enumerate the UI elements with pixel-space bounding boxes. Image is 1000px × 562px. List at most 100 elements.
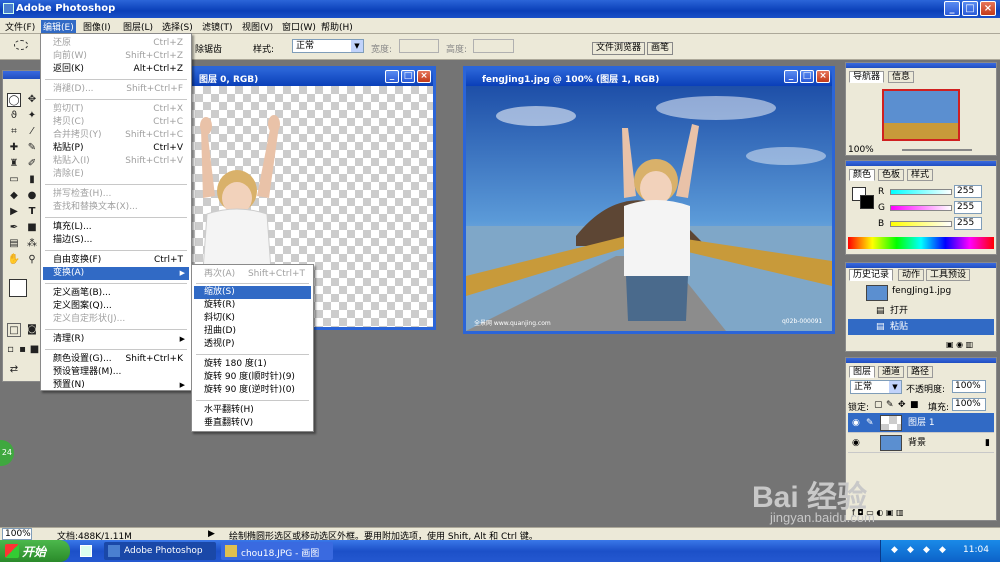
menu-item-find-replace[interactable]: 查找和替换文本(X)... — [43, 201, 189, 214]
history-step-open[interactable]: ▤ 打开 — [848, 303, 994, 319]
menu-item-cut[interactable]: 剪切(T) Ctrl+X — [43, 103, 189, 116]
hand-tool-icon[interactable]: ✋ — [7, 253, 21, 267]
lock-transparency-icon[interactable]: ▢ — [874, 400, 883, 410]
marquee-tool-icon[interactable]: ◯ — [7, 93, 21, 107]
status-arrow-icon[interactable]: ▶ — [208, 529, 215, 539]
color-ramp[interactable] — [848, 237, 994, 249]
menu-item-copy[interactable]: 拷贝(C) Ctrl+C — [43, 116, 189, 129]
menu-item-paste-into[interactable]: 粘贴入(I) Shift+Ctrl+V — [43, 155, 189, 168]
menu-file[interactable]: 文件(F) — [3, 20, 37, 33]
landscape-photo[interactable]: 全景网 www.quanjing.com q02b-000091 — [466, 86, 832, 331]
menu-item-skew[interactable]: 斜切(K) — [194, 312, 311, 325]
eye-icon[interactable]: ◉ — [852, 413, 860, 433]
blue-slider[interactable] — [890, 221, 952, 227]
new-layer-icon[interactable]: ▣ — [886, 508, 894, 517]
menu-item-define-pattern[interactable]: 定义图案(Q)... — [43, 300, 189, 313]
taskbar-item-photoshop[interactable]: Adobe Photoshop — [104, 542, 216, 560]
menu-item-perspective[interactable]: 透视(P) — [194, 338, 311, 351]
tab-actions[interactable]: 动作 — [898, 269, 925, 281]
close-button[interactable]: × — [980, 1, 996, 16]
tab-file-browser[interactable]: 文件浏览器 — [592, 42, 646, 55]
opacity-field[interactable]: 100% — [952, 380, 986, 393]
ellipse-marquee-icon[interactable] — [14, 40, 28, 50]
snapshot-icon[interactable]: ◉ — [956, 340, 963, 349]
menu-item-step-forward[interactable]: 向前(W) Shift+Ctrl+Z — [43, 50, 189, 63]
gradient-tool-icon[interactable]: ▮ — [25, 173, 39, 187]
start-button[interactable]: 开始 — [0, 540, 70, 562]
menu-item-scale[interactable]: 缩放(S) — [194, 286, 311, 299]
menu-item-copy-merged[interactable]: 合并拷贝(Y) Shift+Ctrl+C — [43, 129, 189, 142]
notification-badge[interactable]: 24 — [0, 440, 14, 466]
menu-layer[interactable]: 图层(L) — [121, 20, 155, 33]
minimize-button[interactable]: _ — [944, 1, 960, 16]
green-value[interactable]: 255 — [954, 201, 982, 214]
jump-to-imageready-icon[interactable]: ⇄ — [7, 363, 21, 377]
healing-brush-icon[interactable]: ✚ — [7, 141, 21, 155]
menu-item-step-backward[interactable]: 返回(K) Alt+Ctrl+Z — [43, 63, 189, 76]
clock[interactable]: 11:04 — [963, 545, 989, 555]
doc-close-button[interactable]: × — [816, 70, 830, 83]
tab-brushes[interactable]: 画笔 — [647, 42, 674, 55]
menu-item-rotate-90-cw[interactable]: 旋转 90 度(顺时针)(9) — [194, 371, 311, 384]
menu-item-free-transform[interactable]: 自由变换(F) Ctrl+T — [43, 254, 189, 267]
menu-item-purge[interactable]: 清理(R) ▶ — [43, 333, 189, 346]
eye-icon[interactable]: ◉ — [852, 433, 860, 453]
fill-field[interactable]: 100% — [952, 398, 986, 411]
layer-row-background[interactable]: ◉ 背景 ▮ — [848, 433, 994, 453]
clone-stamp-icon[interactable]: ♜ — [7, 157, 21, 171]
red-slider[interactable] — [890, 189, 952, 195]
width-field[interactable] — [399, 39, 439, 53]
height-field[interactable] — [473, 39, 514, 53]
menu-item-rotate-180[interactable]: 旋转 180 度(1) — [194, 358, 311, 371]
dodge-tool-icon[interactable]: ● — [25, 189, 39, 203]
menu-view[interactable]: 视图(V) — [240, 20, 275, 33]
shape-tool-icon[interactable]: ■ — [25, 221, 39, 235]
doc-minimize-button[interactable]: _ — [385, 70, 399, 83]
path-select-icon[interactable]: ▶ — [7, 205, 21, 219]
menu-item-undo[interactable]: 还原 Ctrl+Z — [43, 37, 189, 50]
magic-wand-icon[interactable]: ✦ — [25, 109, 39, 123]
tab-history[interactable]: 历史记录 — [849, 269, 894, 281]
tab-info[interactable]: 信息 — [888, 71, 915, 83]
lasso-tool-icon[interactable]: ϑ — [7, 109, 21, 123]
tab-swatches[interactable]: 色板 — [878, 169, 905, 181]
blue-value[interactable]: 255 — [954, 217, 982, 230]
blur-tool-icon[interactable]: ◆ — [7, 189, 21, 203]
navigator-preview[interactable] — [882, 89, 960, 141]
menu-item-define-brush[interactable]: 定义画笔(B)... — [43, 287, 189, 300]
tab-navigator[interactable]: 导航器 — [849, 71, 885, 83]
history-step-paste[interactable]: ▤ 粘贴 — [848, 319, 994, 335]
standard-mode-icon[interactable]: □ — [7, 323, 21, 337]
menu-item-fade[interactable]: 消褪(D)... Shift+Ctrl+F — [43, 83, 189, 96]
move-tool-icon[interactable]: ✥ — [25, 93, 39, 107]
tray-icon[interactable]: ◆ — [907, 545, 914, 555]
doc-maximize-button[interactable]: □ — [401, 70, 415, 83]
trash-icon[interactable]: ▥ — [896, 508, 904, 517]
trash-icon[interactable]: ▥ — [966, 340, 974, 349]
status-zoom[interactable]: 100% — [2, 528, 32, 540]
type-tool-icon[interactable]: T — [25, 205, 39, 219]
tab-tool-presets[interactable]: 工具预设 — [926, 269, 971, 281]
menu-item-rotate-90-ccw[interactable]: 旋转 90 度(逆时针)(0) — [194, 384, 311, 397]
style-select[interactable]: 正常 ▼ — [292, 39, 364, 53]
menu-item-paste[interactable]: 粘贴(P) Ctrl+V — [43, 142, 189, 155]
tab-paths[interactable]: 路径 — [907, 366, 934, 378]
tray-icon[interactable]: ◆ — [891, 545, 898, 555]
tab-styles[interactable]: 样式 — [907, 169, 934, 181]
taskbar-item-paint[interactable]: chou18.JPG - 画图 — [221, 542, 333, 560]
maximize-button[interactable]: □ — [962, 1, 978, 16]
menu-item-stroke[interactable]: 描边(S)... — [43, 234, 189, 247]
menu-item-rotate[interactable]: 旋转(R) — [194, 299, 311, 312]
menu-item-color-settings[interactable]: 颜色设置(G)... Shift+Ctrl+K — [43, 353, 189, 366]
tab-layers[interactable]: 图层 — [849, 366, 876, 378]
menu-select[interactable]: 选择(S) — [160, 20, 195, 33]
layer-row-layer1[interactable]: ◉ ✎ 图层 1 — [848, 413, 994, 433]
menu-filter[interactable]: 滤镜(T) — [200, 20, 235, 33]
blend-mode-select[interactable]: 正常 ▼ — [850, 380, 902, 394]
doc-close-button[interactable]: × — [417, 70, 431, 83]
history-brush-icon[interactable]: ✐ — [25, 157, 39, 171]
show-desktop-icon[interactable] — [80, 545, 92, 557]
tab-channels[interactable]: 通道 — [878, 366, 905, 378]
doc-maximize-button[interactable]: □ — [800, 70, 814, 83]
brush-tool-icon[interactable]: ✎ — [25, 141, 39, 155]
